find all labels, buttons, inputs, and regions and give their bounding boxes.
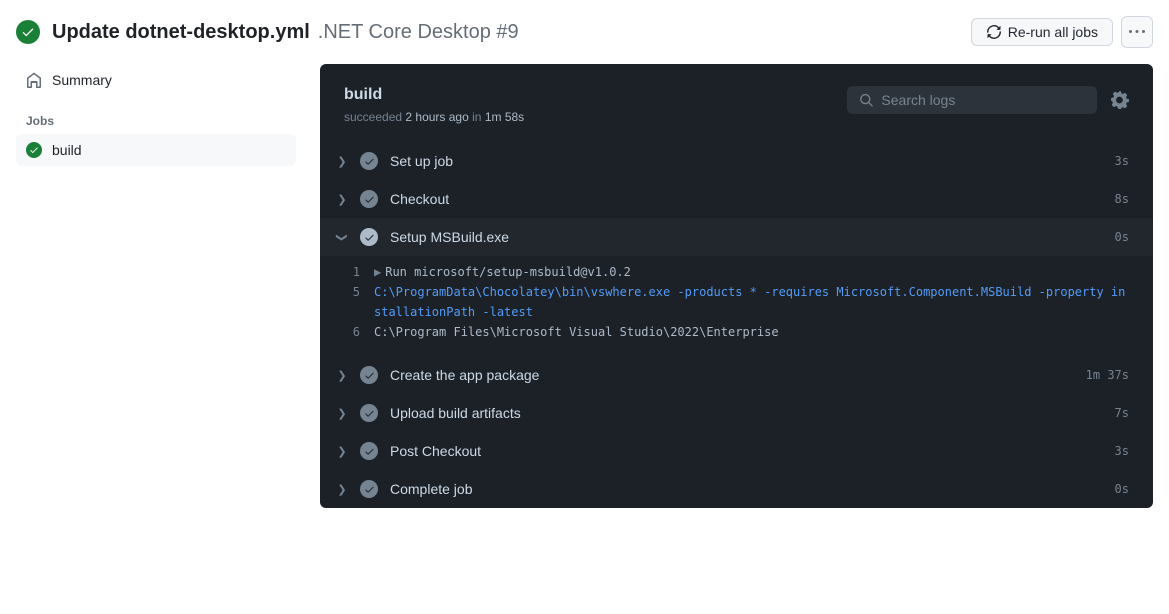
step-status-icon: [360, 442, 378, 460]
job-status-icon: [26, 142, 42, 158]
step-row[interactable]: ❯ Setup MSBuild.exe 0s: [320, 218, 1153, 256]
step-time: 3s: [1115, 444, 1129, 458]
sidebar-summary-label: Summary: [52, 72, 112, 88]
step-time: 0s: [1115, 230, 1129, 244]
log-panel: build succeeded 2 hours ago in 1m 58s: [320, 64, 1153, 508]
title-subtext: .NET Core Desktop #9: [318, 21, 519, 44]
step-name: Complete job: [390, 481, 1115, 497]
check-icon: [29, 145, 39, 155]
step-name: Upload build artifacts: [390, 405, 1115, 421]
step-status-icon: [360, 404, 378, 422]
page-title: Update dotnet-desktop.yml .NET Core Desk…: [52, 21, 519, 44]
check-icon: [364, 232, 375, 243]
check-icon: [364, 446, 375, 457]
triangle-right-icon: ▶: [374, 265, 381, 279]
line-content: ▶Run microsoft/setup-msbuild@v1.0.2: [374, 262, 1129, 282]
line-content: C:\Program Files\Microsoft Visual Studio…: [374, 322, 1129, 342]
chevron-right-icon: ❯: [334, 193, 350, 206]
step-row[interactable]: ❯ Create the app package 1m 37s: [320, 356, 1153, 394]
log-line[interactable]: 1 ▶Run microsoft/setup-msbuild@v1.0.2: [334, 262, 1129, 282]
step-row[interactable]: ❯ Upload build artifacts 7s: [320, 394, 1153, 432]
home-icon: [26, 72, 42, 88]
step-name: Setup MSBuild.exe: [390, 229, 1115, 245]
workflow-status-icon: [16, 20, 40, 44]
check-icon: [364, 370, 375, 381]
step-status-icon: [360, 480, 378, 498]
chevron-right-icon: ❯: [334, 369, 350, 382]
step-status-icon: [360, 152, 378, 170]
header-left: Update dotnet-desktop.yml .NET Core Desk…: [16, 20, 519, 44]
main: Summary Jobs build build succeeded 2 hou…: [0, 64, 1169, 508]
check-icon: [364, 194, 375, 205]
log-line[interactable]: 5 C:\ProgramData\Chocolatey\bin\vswhere.…: [334, 282, 1129, 322]
step-row[interactable]: ❯ Post Checkout 3s: [320, 432, 1153, 470]
sidebar-job-label: build: [52, 142, 82, 158]
line-number: 1: [334, 262, 374, 282]
step-name: Post Checkout: [390, 443, 1115, 459]
header-actions: Re-run all jobs: [971, 16, 1153, 48]
log-lines: 1 ▶Run microsoft/setup-msbuild@v1.0.2 5 …: [320, 256, 1153, 356]
rerun-label: Re-run all jobs: [1008, 24, 1098, 40]
page-header: Update dotnet-desktop.yml .NET Core Desk…: [0, 0, 1169, 64]
step-name: Create the app package: [390, 367, 1086, 383]
kebab-menu-button[interactable]: [1121, 16, 1153, 48]
check-icon: [364, 484, 375, 495]
job-duration: 1m 58s: [485, 110, 524, 124]
log-line[interactable]: 6 C:\Program Files\Microsoft Visual Stud…: [334, 322, 1129, 342]
log-search[interactable]: [847, 86, 1097, 114]
check-icon: [364, 156, 375, 167]
chevron-down-icon: ❯: [336, 229, 349, 245]
search-icon: [859, 92, 873, 108]
steps-list: ❯ Set up job 3s ❯ Checkout 8s ❯ Setup MS…: [320, 142, 1153, 508]
chevron-right-icon: ❯: [334, 483, 350, 496]
job-time-ago: 2 hours ago: [405, 110, 468, 124]
job-status-word: succeeded: [344, 110, 402, 124]
job-title: build: [344, 86, 524, 104]
line-number: 5: [334, 282, 374, 302]
rerun-all-jobs-button[interactable]: Re-run all jobs: [971, 18, 1113, 46]
step-name: Checkout: [390, 191, 1115, 207]
kebab-icon: [1129, 24, 1145, 40]
step-time: 3s: [1115, 154, 1129, 168]
check-icon: [364, 408, 375, 419]
job-meta: succeeded 2 hours ago in 1m 58s: [344, 110, 524, 124]
check-icon: [21, 25, 35, 39]
log-header-right: [847, 86, 1129, 114]
step-time: 8s: [1115, 192, 1129, 206]
log-header: build succeeded 2 hours ago in 1m 58s: [320, 64, 1153, 142]
step-status-icon: [360, 190, 378, 208]
sidebar-summary[interactable]: Summary: [16, 64, 296, 96]
step-name: Set up job: [390, 153, 1115, 169]
job-in-word: in: [472, 110, 481, 124]
chevron-right-icon: ❯: [334, 407, 350, 420]
sidebar: Summary Jobs build: [16, 64, 296, 508]
title-main: Update dotnet-desktop.yml: [52, 21, 310, 44]
sidebar-job-build[interactable]: build: [16, 134, 296, 166]
step-row[interactable]: ❯ Set up job 3s: [320, 142, 1153, 180]
line-content: C:\ProgramData\Chocolatey\bin\vswhere.ex…: [374, 282, 1129, 322]
log-header-left: build succeeded 2 hours ago in 1m 58s: [344, 86, 524, 124]
sync-icon: [986, 24, 1002, 40]
log-search-input[interactable]: [881, 92, 1085, 108]
gear-icon[interactable]: [1111, 91, 1129, 109]
step-time: 0s: [1115, 482, 1129, 496]
sidebar-jobs-heading: Jobs: [16, 96, 296, 134]
step-status-icon: [360, 366, 378, 384]
step-time: 1m 37s: [1086, 368, 1129, 382]
chevron-right-icon: ❯: [334, 445, 350, 458]
line-number: 6: [334, 322, 374, 342]
step-row[interactable]: ❯ Complete job 0s: [320, 470, 1153, 508]
step-status-icon: [360, 228, 378, 246]
step-time: 7s: [1115, 406, 1129, 420]
step-row[interactable]: ❯ Checkout 8s: [320, 180, 1153, 218]
chevron-right-icon: ❯: [334, 155, 350, 168]
